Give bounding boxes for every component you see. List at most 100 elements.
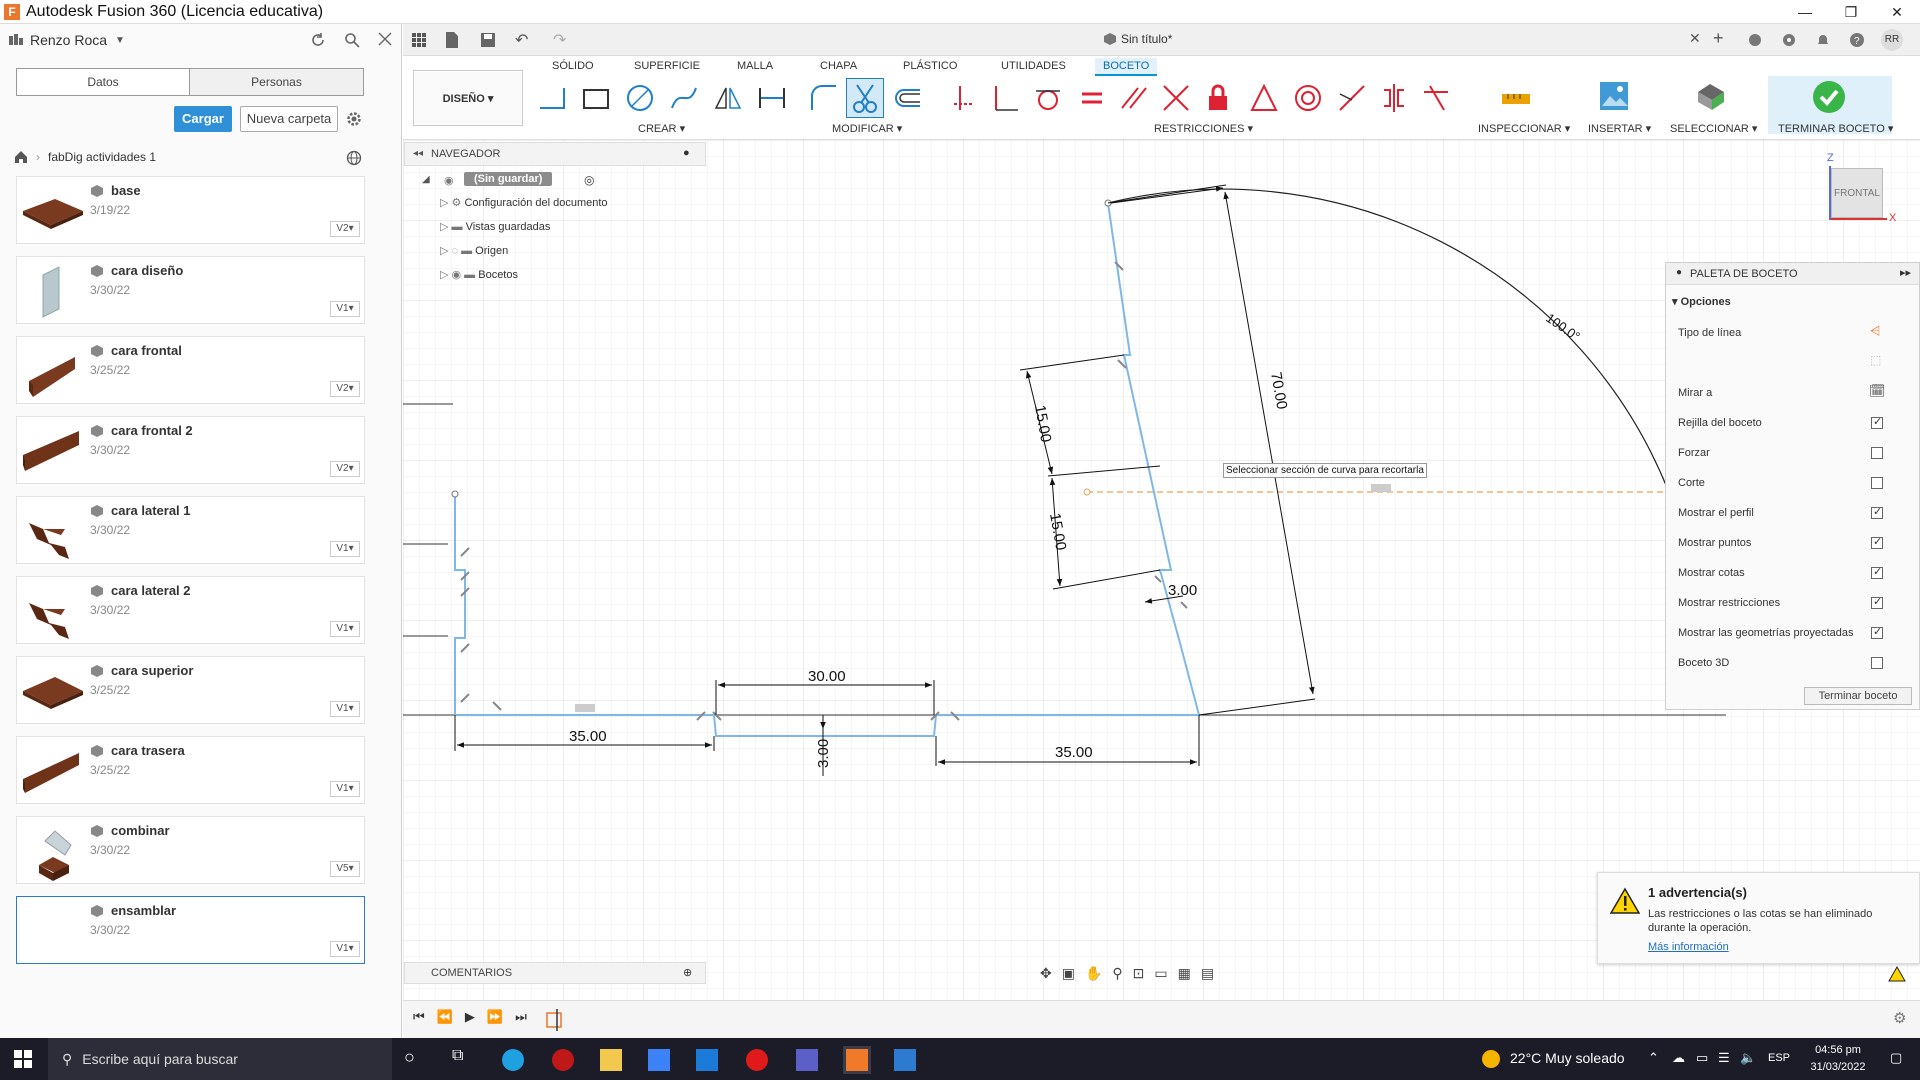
close-button[interactable]: ✕ xyxy=(1874,0,1920,24)
version-badge[interactable]: V5▾ xyxy=(330,861,360,877)
list-item[interactable]: cara lateral 2 3/30/22 V1▾ xyxy=(16,576,365,644)
tab-malla[interactable]: MALLA xyxy=(737,60,773,72)
palette-pin-icon[interactable]: ● xyxy=(1676,267,1682,278)
tree-node-settings[interactable]: ▷ ⚙ Configuración del documento xyxy=(440,196,608,209)
grid-settings-icon[interactable]: ▦ xyxy=(1178,965,1191,982)
clock[interactable]: 04:56 pm 31/03/2022 xyxy=(1806,1042,1870,1076)
dimension-label[interactable]: 30.00 xyxy=(808,668,846,685)
collapse-palette-icon[interactable]: ▸▸ xyxy=(1900,266,1911,279)
mirror-tool-icon[interactable] xyxy=(712,82,744,114)
checkbox-corte[interactable] xyxy=(1871,477,1883,489)
play-icon[interactable]: ▶ xyxy=(465,1009,475,1025)
workspace-switcher[interactable]: DISEÑO ▾ xyxy=(413,70,523,126)
undo-icon[interactable]: ↶ xyxy=(515,30,528,50)
display-settings-icon[interactable]: ▭ xyxy=(1154,965,1167,982)
close-document-icon[interactable]: ✕ xyxy=(1689,30,1701,47)
sketch-palette[interactable]: ● PALETA DE BOCETO ▸▸ ▾ Opciones Tipo de… xyxy=(1665,262,1920,710)
opera-icon[interactable] xyxy=(746,1049,768,1071)
edge-icon[interactable] xyxy=(502,1049,524,1071)
browser-panel[interactable]: ◂◂ NAVEGADOR ● xyxy=(404,142,706,166)
checkbox-boceto-3d[interactable] xyxy=(1871,657,1883,669)
refresh-icon[interactable] xyxy=(310,32,326,48)
wifi-icon[interactable]: ☰ xyxy=(1718,1050,1730,1066)
minimize-button[interactable]: — xyxy=(1782,0,1828,24)
activate-icon[interactable]: ◎ xyxy=(584,173,594,187)
viewports-icon[interactable]: ▤ xyxy=(1201,965,1214,982)
group-insertar[interactable]: INSERTAR ▾ xyxy=(1588,122,1651,135)
list-item[interactable]: cara trasera 3/25/22 V1▾ xyxy=(16,736,365,804)
warning-toast[interactable]: 1 advertencia(s) Las restricciones o las… xyxy=(1597,872,1920,964)
warning-status-icon[interactable] xyxy=(1888,966,1906,982)
more-info-link[interactable]: Más información xyxy=(1648,941,1729,953)
version-badge[interactable]: V2▾ xyxy=(330,381,360,397)
insert-image-icon[interactable] xyxy=(1598,80,1630,112)
rectangle-tool-icon[interactable] xyxy=(580,82,612,114)
close-panel-icon[interactable] xyxy=(378,32,392,46)
tab-utilidades[interactable]: UTILIDADES xyxy=(1001,60,1066,72)
version-badge[interactable]: V1▾ xyxy=(330,941,360,957)
last-step-icon[interactable]: ⏭ xyxy=(515,1009,527,1025)
tree-node-origin[interactable]: ▷ ◌ ▬ Origen xyxy=(440,244,508,257)
viewcube-face-frontal[interactable]: FRONTAL xyxy=(1831,168,1883,218)
photos-icon[interactable] xyxy=(894,1049,916,1071)
redo-icon[interactable]: ↷ xyxy=(553,30,566,50)
home-icon[interactable] xyxy=(14,150,28,164)
fusion-taskbar-icon[interactable] xyxy=(843,1046,871,1074)
help-icon[interactable]: ? xyxy=(1849,32,1865,48)
tree-node-sketches[interactable]: ▷ ◉ ▬ Bocetos xyxy=(440,268,518,281)
version-badge[interactable]: V1▾ xyxy=(330,301,360,317)
circle-tool-icon[interactable] xyxy=(624,82,656,114)
globe-icon[interactable] xyxy=(346,150,362,166)
collapse-icon[interactable]: ◂◂ xyxy=(413,148,423,159)
group-crear[interactable]: CREAR ▾ xyxy=(638,122,685,135)
root-node[interactable]: (Sin guardar) xyxy=(464,172,553,186)
save-icon[interactable] xyxy=(479,31,497,49)
checkbox-geometrias-proyectadas[interactable]: ✓ xyxy=(1871,626,1883,639)
dimension-label[interactable]: 3.00 xyxy=(815,739,832,768)
checkbox-mostrar-cotas[interactable]: ✓ xyxy=(1871,566,1883,579)
fillet-tool-icon[interactable] xyxy=(808,82,840,114)
horizontal-vertical-icon[interactable] xyxy=(950,82,978,114)
volume-icon[interactable]: 🔈 xyxy=(1740,1050,1756,1066)
look-at-icon[interactable]: ▣ xyxy=(1062,965,1075,982)
file-explorer-icon[interactable] xyxy=(600,1049,622,1071)
construction-icon[interactable]: ⬚ xyxy=(1870,353,1881,367)
list-item[interactable]: cara superior 3/25/22 V1▾ xyxy=(16,656,365,724)
version-badge[interactable]: V1▾ xyxy=(330,781,360,797)
comments-panel[interactable]: COMENTARIOS ⊕ xyxy=(404,962,706,984)
teams-icon[interactable] xyxy=(796,1049,818,1071)
dimension-label[interactable]: 3.00 xyxy=(1168,582,1197,599)
tab-solido[interactable]: SÓLIDO xyxy=(552,60,594,72)
symmetry-icon[interactable] xyxy=(1378,82,1410,114)
add-comment-icon[interactable]: ⊕ xyxy=(683,966,692,979)
tab-datos[interactable]: Datos xyxy=(16,68,190,96)
collinear-icon[interactable] xyxy=(1336,82,1368,114)
list-item[interactable]: combinar 3/30/22 V5▾ xyxy=(16,816,365,884)
version-badge[interactable]: V1▾ xyxy=(330,701,360,717)
tab-superficie[interactable]: SUPERFICIE xyxy=(634,60,700,72)
document-tab[interactable]: Sin título* xyxy=(1103,32,1172,46)
dimension-label[interactable]: 35.00 xyxy=(1055,744,1093,761)
trim-tool-button[interactable] xyxy=(846,78,884,118)
tree-node-views[interactable]: ▷ ▬ Vistas guardadas xyxy=(440,220,550,233)
tab-boceto[interactable]: BOCETO xyxy=(1095,58,1158,76)
orbit-icon[interactable]: ✥ xyxy=(1040,965,1052,982)
upload-button[interactable]: Cargar xyxy=(174,106,232,132)
offset-tool-icon[interactable] xyxy=(892,82,924,114)
fix-unfix-icon[interactable] xyxy=(1420,82,1452,114)
version-badge[interactable]: V2▾ xyxy=(330,221,360,237)
checkbox-mostrar-perfil[interactable]: ✓ xyxy=(1871,506,1883,519)
tray-app-icon[interactable]: ☁ xyxy=(1672,1050,1685,1066)
list-item[interactable]: cara lateral 1 3/30/22 V1▾ xyxy=(16,496,365,564)
midpoint-icon[interactable] xyxy=(1248,82,1280,114)
taskbar-search[interactable]: ⚲ Escribe aquí para buscar xyxy=(48,1038,392,1080)
weather-text[interactable]: 22°C Muy soleado xyxy=(1510,1050,1625,1066)
expand-icon[interactable]: ◢ xyxy=(422,174,430,185)
list-item[interactable]: base 3/19/22 V2▾ xyxy=(16,176,365,244)
parallel-icon[interactable] xyxy=(1118,82,1150,114)
tray-chevron-icon[interactable]: ⌃ xyxy=(1648,1050,1659,1066)
project-tool-icon[interactable] xyxy=(756,82,788,114)
linetype-icon[interactable]: ⩤ xyxy=(1870,323,1880,339)
notifications-icon[interactable] xyxy=(1815,32,1831,48)
tab-plastico[interactable]: PLÁSTICO xyxy=(903,60,957,72)
